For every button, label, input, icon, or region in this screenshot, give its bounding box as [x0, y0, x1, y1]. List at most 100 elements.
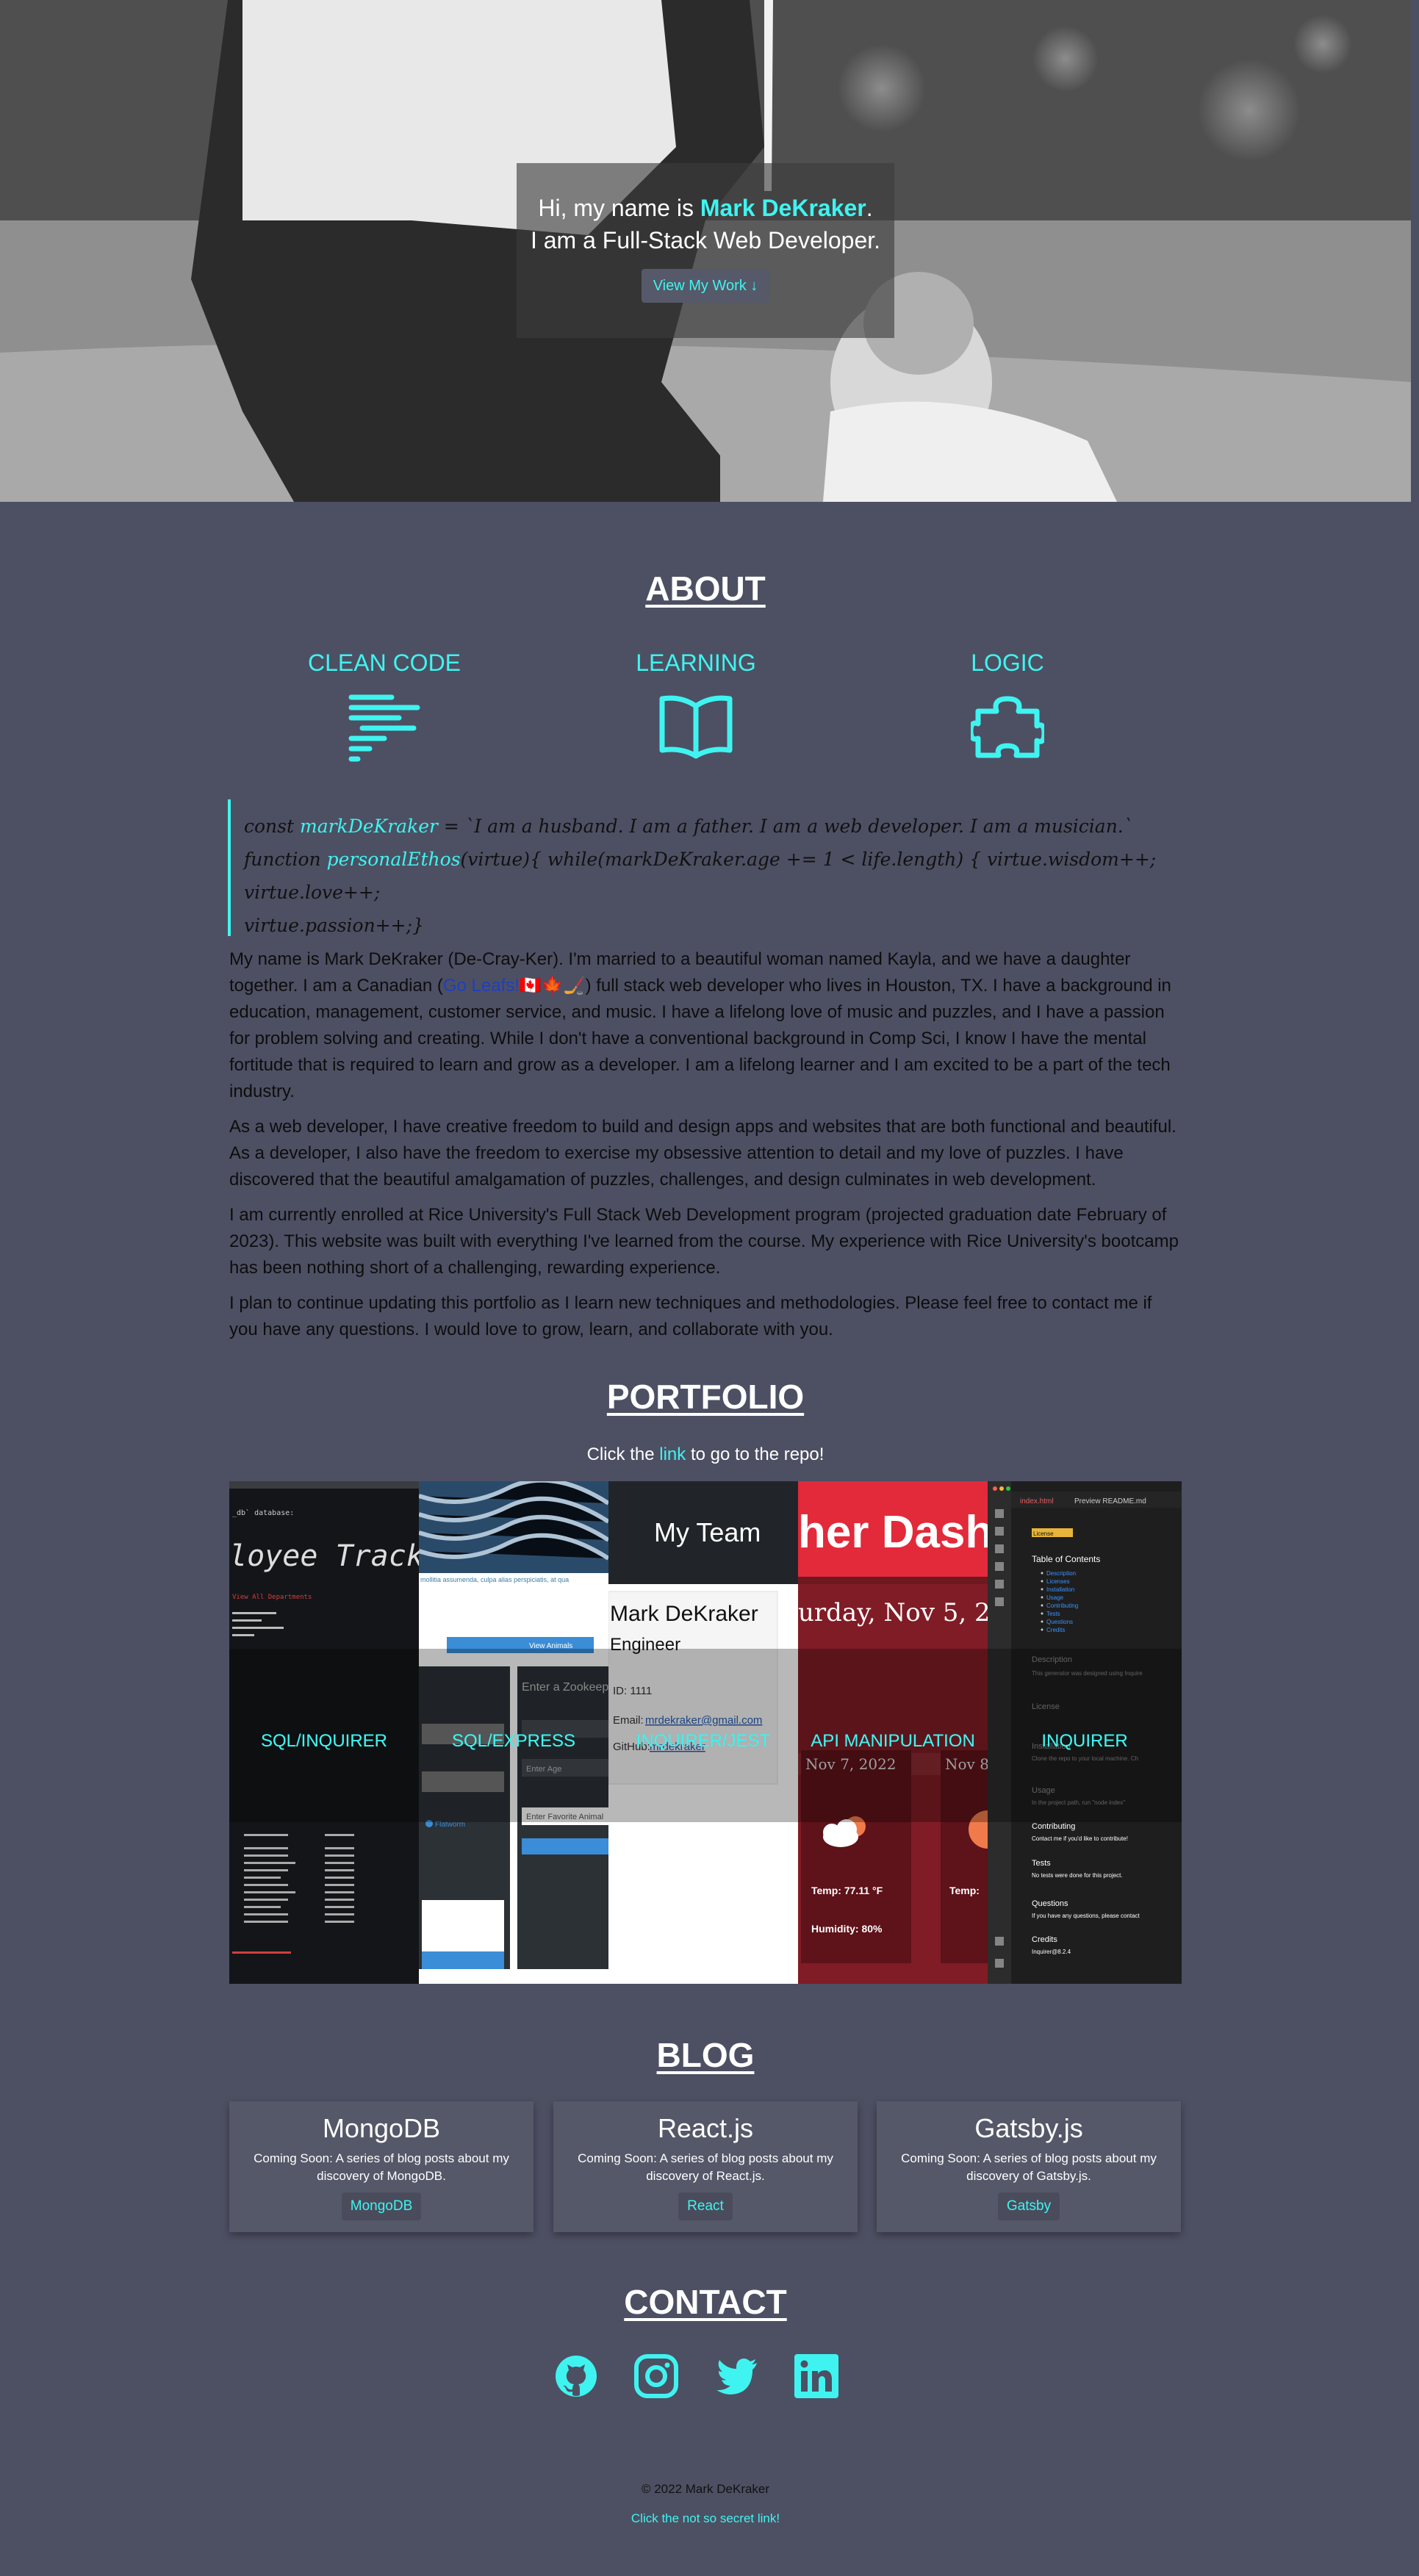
toc-item: Description — [1046, 1570, 1076, 1577]
readme-installation-text: Clone the repo to your local machine. Ch — [1032, 1755, 1138, 1762]
license-badge: License — [1033, 1530, 1054, 1537]
pillar-title: LOGIC — [971, 650, 1044, 676]
toc-bullet — [1041, 1572, 1043, 1575]
pillar-title: CLEAN CODE — [307, 650, 461, 676]
code-lines-icon — [252, 693, 517, 766]
readme-toc: Table of Contents — [1032, 1554, 1100, 1564]
pillar-logic: LOGIC — [875, 650, 1140, 763]
forecast-temp-2: Temp: — [949, 1885, 980, 1896]
secret-link[interactable]: Click the not so secret link! — [0, 2511, 1411, 2526]
hero-name: Mark DeKraker — [700, 195, 866, 221]
mongodb-button[interactable]: MongoDB — [341, 2192, 422, 2220]
project-label-overlay: INQUIRER/JEST — [636, 1731, 771, 1751]
age-input-placeholder: Enter Age — [526, 1765, 561, 1774]
blog-card-title: Gatsby.js — [974, 2113, 1083, 2143]
project-label-overlay: INQUIRER — [1041, 1731, 1128, 1751]
react-button[interactable]: React — [678, 2192, 733, 2220]
repo-link[interactable]: link — [659, 1444, 686, 1464]
weather-current-date: urday, Nov 5, 2022 — [798, 1598, 988, 1627]
forecast-date: Nov 7, 2022 — [805, 1755, 897, 1773]
readme-credits-text: Inquirer@8.2.4 — [1032, 1949, 1071, 1955]
zoo-caption: mollitia assumenda, culpa alias perspici… — [420, 1576, 569, 1583]
about-pillars: CLEAN CODE LEARNING LOGIC — [0, 650, 1411, 774]
portfolio-gallery: _db` database: loyee Tracker View All De… — [229, 1481, 1182, 1984]
bio-paragraph-3: I am currently enrolled at Rice Universi… — [229, 1205, 1179, 1278]
go-leafs-link[interactable]: Go Leafs! — [443, 976, 520, 996]
blog-card-text: Coming Soon: A series of blog posts abou… — [901, 2151, 1157, 2183]
pillar-title: LEARNING — [636, 650, 756, 676]
puzzle-piece-icon — [875, 693, 1140, 763]
hero-section: Hi, my name is Mark DeKraker. I am a Ful… — [0, 0, 1411, 502]
forecast-temp: Temp: 77.11 °F — [811, 1885, 883, 1896]
terminal-menu: View All Departments — [232, 1594, 312, 1601]
forecast-date-2: Nov 8 — [945, 1755, 988, 1773]
readme-tests-heading: Tests — [1032, 1859, 1051, 1868]
team-member-id: ID: 1111 — [613, 1685, 652, 1697]
toc-bullet — [1041, 1596, 1043, 1599]
readme-questions-heading: Questions — [1032, 1899, 1068, 1908]
readme-contributing-text: Contact me if you'd like to contribute! — [1032, 1835, 1128, 1842]
toc-item: Credits — [1046, 1627, 1065, 1633]
hero-greeting: Hi, my name is Mark DeKraker. — [517, 193, 894, 223]
blog-card-text: Coming Soon: A series of blog posts abou… — [254, 2151, 509, 2183]
subtitle-text: Click the — [586, 1444, 660, 1464]
gatsby-button[interactable]: Gatsby — [997, 2192, 1060, 2220]
toc-item: Licenses — [1046, 1578, 1070, 1585]
toc-item: Contributing — [1046, 1602, 1078, 1609]
weather-banner: her Dash — [798, 1507, 988, 1558]
readme-usage-heading: Usage — [1032, 1786, 1055, 1795]
team-member-email: mrdekraker@gmail.com — [645, 1714, 762, 1727]
code-variable: markDeKraker — [299, 816, 438, 837]
toc-bullet — [1041, 1620, 1043, 1623]
tab-preview-readme: Preview README.md — [1074, 1497, 1146, 1505]
blog-card-react: React.js Coming Soon: A series of blog p… — [553, 2101, 858, 2232]
about-heading: ABOUT — [645, 569, 766, 608]
radio-flatworm: Flatworm — [435, 1821, 465, 1829]
greeting-suffix: . — [866, 195, 873, 221]
hero-intro-card: Hi, my name is Mark DeKraker. I am a Ful… — [517, 163, 894, 338]
view-animals-btn-text: View Animals — [529, 1642, 572, 1650]
pillar-learning: LEARNING — [564, 650, 828, 763]
toc-item: Questions — [1046, 1619, 1073, 1625]
bio-paragraph-2: As a web developer, I have creative free… — [229, 1117, 1176, 1190]
twitter-icon[interactable] — [714, 2354, 758, 2398]
readme-license-heading: License — [1032, 1702, 1060, 1711]
blog-card-gatsby: Gatsby.js Coming Soon: A series of blog … — [877, 2101, 1181, 2232]
blog-card-title: MongoDB — [322, 2113, 441, 2143]
toc-bullet — [1041, 1604, 1043, 1607]
github-icon[interactable] — [554, 2354, 598, 2398]
project-label-overlay: SQL/EXPRESS — [451, 1731, 576, 1751]
project-label-overlay: API MANIPULATION — [811, 1731, 975, 1751]
toc-bullet — [1041, 1628, 1043, 1631]
linkedin-icon[interactable] — [794, 2354, 838, 2398]
pillar-clean-code: CLEAN CODE — [252, 650, 517, 766]
instagram-icon[interactable] — [634, 2354, 678, 2398]
code-line-1: const markDeKraker = `I am a husband. I … — [244, 810, 1183, 843]
portfolio-heading: PORTFOLIO — [606, 1378, 805, 1416]
zookeeper-form-title: Enter a Zookeeper — [522, 1681, 608, 1694]
readme-credits-heading: Credits — [1032, 1935, 1057, 1944]
code-line-3: virtue.passion++;} — [244, 915, 424, 936]
toc-item: Usage — [1046, 1594, 1064, 1601]
readme-questions-text: If you have any questions, please contac… — [1032, 1913, 1140, 1919]
blog-heading: BLOG — [656, 2036, 755, 2074]
code-string: = `I am a husband. I am a father. I am a… — [437, 816, 1133, 837]
toc-item: Installation — [1046, 1586, 1074, 1593]
about-bio: My name is Mark DeKraker (De-Cray-Ker). … — [229, 946, 1185, 1352]
blog-card-title: React.js — [657, 2113, 754, 2143]
bio-paragraph-4: I plan to continue updating this portfol… — [229, 1293, 1152, 1339]
team-member-email-label: Email: — [613, 1714, 644, 1727]
view-my-work-button[interactable]: View My Work ↓ — [641, 269, 770, 303]
toc-bullet — [1041, 1612, 1043, 1615]
contact-icons — [0, 2354, 1411, 2406]
code-ethos-quote: const markDeKraker = `I am a husband. I … — [228, 799, 1183, 936]
code-line-2: function personalEthos(virtue){ while(ma… — [244, 843, 1183, 909]
team-header: My Team — [654, 1517, 761, 1547]
animal-input-placeholder: Enter Favorite Animal — [526, 1813, 603, 1821]
employee-tracker-ascii: loyee Tracker — [229, 1539, 419, 1573]
toc-bullet — [1041, 1580, 1043, 1583]
readme-contributing-heading: Contributing — [1032, 1822, 1075, 1831]
readme-description-heading: Description — [1032, 1655, 1072, 1664]
toc-bullet — [1041, 1588, 1043, 1591]
bio-paragraph-1: My name is Mark DeKraker (De-Cray-Ker). … — [229, 946, 1185, 1105]
